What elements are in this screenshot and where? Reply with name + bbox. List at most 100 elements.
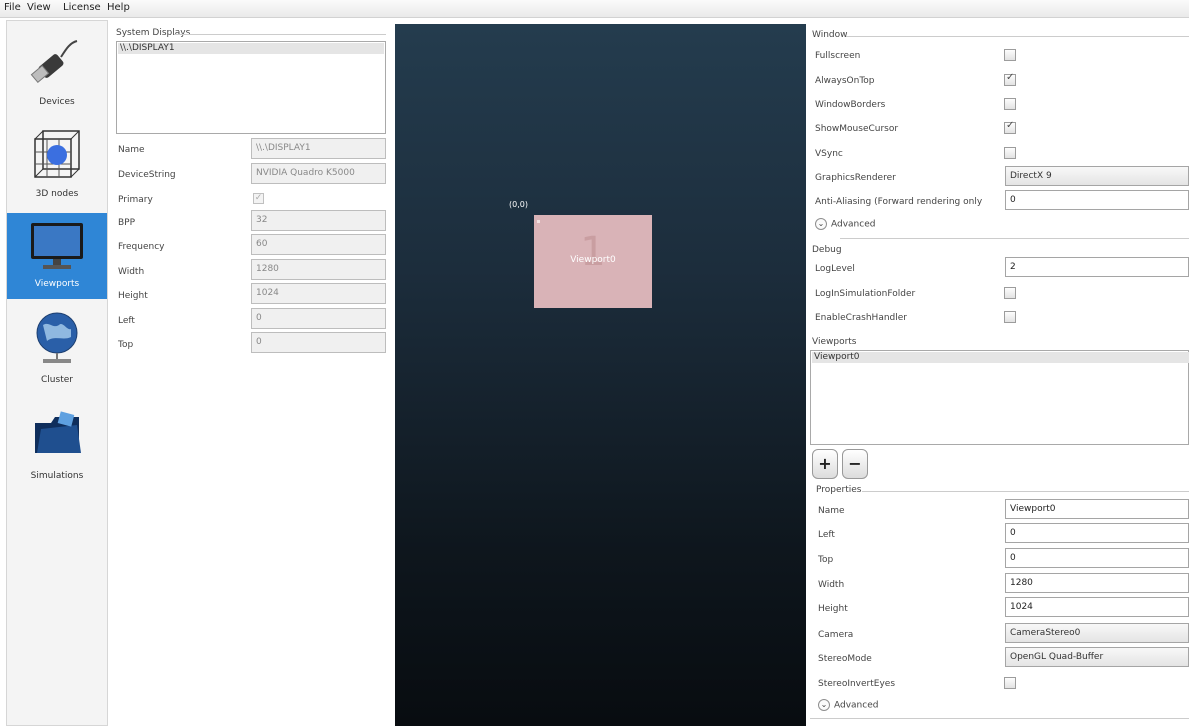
vp-height-label: Height <box>818 604 848 614</box>
menu-help[interactable]: Help <box>107 1 130 15</box>
sidebar-item-devices[interactable]: Devices <box>7 29 107 117</box>
vp-name-input[interactable]: Viewport0 <box>1005 499 1189 519</box>
graphicsrenderer-label: GraphicsRenderer <box>815 173 896 183</box>
prop-label-devicestring: DeviceString <box>118 170 176 180</box>
list-item[interactable]: \\.\DISPLAY1 <box>118 43 384 54</box>
list-item[interactable]: Viewport0 <box>812 352 1189 363</box>
properties-group-title: Properties <box>816 485 862 495</box>
prop-value-top: 0 <box>251 332 386 353</box>
sidebar-item-label: Viewports <box>34 279 80 289</box>
sidebar-item-cluster[interactable]: Cluster <box>7 305 107 393</box>
menu-file[interactable]: File <box>4 1 21 15</box>
resize-handle[interactable] <box>537 220 540 223</box>
showmousecursor-checkbox[interactable]: ✓ <box>1004 120 1016 134</box>
prop-value-name: \\.\DISPLAY1 <box>251 138 386 159</box>
prop-label-frequency: Frequency <box>118 242 165 252</box>
sidebar-item-3d-nodes[interactable]: 3D nodes <box>7 121 107 209</box>
graphicsrenderer-value: DirectX 9 <box>1010 171 1052 181</box>
advanced-label: Advanced <box>831 219 876 230</box>
enablecrashhandler-label: EnableCrashHandler <box>815 313 907 323</box>
folder-icon <box>35 411 81 453</box>
prop-value-devicestring: NVIDIA Quadro K5000 <box>251 163 386 184</box>
add-viewport-button[interactable]: + <box>812 449 838 479</box>
chevron-down-icon: ⌄ <box>818 699 830 711</box>
sidebar: Devices 3D nodes Viewports Cluster Simul… <box>6 20 108 726</box>
debug-group-title: Debug <box>812 245 842 255</box>
sidebar-item-viewports[interactable]: Viewports <box>7 213 107 299</box>
vp-camera-label: Camera <box>818 630 854 640</box>
sidebar-item-label: 3D nodes <box>35 189 79 199</box>
vp-camera-value: CameraStereo0 <box>1010 628 1081 638</box>
antialiasing-label: Anti-Aliasing (Forward rendering only <box>815 197 983 207</box>
vp-name-label: Name <box>818 506 845 516</box>
prop-label-top: Top <box>118 340 134 350</box>
prop-label-bpp: BPP <box>118 218 136 228</box>
loginsimfolder-checkbox[interactable] <box>1004 287 1016 299</box>
monitor-icon <box>31 223 83 269</box>
prop-value-width: 1280 <box>251 259 386 280</box>
vp-width-input[interactable]: 1280 <box>1005 573 1189 593</box>
viewport-layout-canvas[interactable]: (0,0) 1 Viewport0 <box>395 24 806 726</box>
vsync-checkbox[interactable] <box>1004 147 1016 159</box>
vp-left-label: Left <box>818 530 835 540</box>
menu-view[interactable]: View <box>27 1 51 15</box>
app-window: File View License Help Devices 3D nodes … <box>0 0 1189 726</box>
vp-top-input[interactable]: 0 <box>1005 548 1189 568</box>
vp-stereoinverteyes-checkbox[interactable] <box>1004 677 1016 689</box>
alwaysontop-label: AlwaysOnTop <box>815 76 875 86</box>
windowborders-label: WindowBorders <box>815 100 886 110</box>
vp-camera-select[interactable]: CameraStereo0 <box>1005 623 1189 643</box>
fullscreen-checkbox[interactable] <box>1004 49 1016 61</box>
divider <box>840 238 1189 239</box>
advanced-label: Advanced <box>834 700 879 711</box>
globe-network-icon <box>36 312 78 363</box>
divider <box>846 36 1189 37</box>
prop-label-height: Height <box>118 291 148 301</box>
properties-advanced-expander[interactable]: ⌄ Advanced <box>818 699 878 711</box>
check-icon: ✓ <box>1006 120 1015 131</box>
alwaysontop-checkbox[interactable]: ✓ <box>1004 72 1016 86</box>
menubar: File View License Help <box>0 0 1189 18</box>
vp-stereomode-value: OpenGL Quad-Buffer <box>1010 652 1104 662</box>
viewport-rect[interactable]: 1 Viewport0 <box>534 215 652 308</box>
prop-label-primary: Primary <box>118 195 153 205</box>
loglevel-label: LogLevel <box>815 264 855 274</box>
system-displays-list[interactable]: \\.\DISPLAY1 <box>116 41 386 134</box>
viewports-group-title: Viewports <box>812 337 857 347</box>
prop-label-left: Left <box>118 316 135 326</box>
vp-width-label: Width <box>818 580 845 590</box>
antialiasing-input[interactable]: 0 <box>1005 190 1189 210</box>
loginsimfolder-label: LogInSimulationFolder <box>815 289 916 299</box>
viewports-list[interactable]: Viewport0 <box>810 350 1189 445</box>
vp-top-label: Top <box>818 555 834 565</box>
viewport-name: Viewport0 <box>570 255 616 265</box>
system-displays-title: System Displays <box>116 28 191 38</box>
prop-value-bpp: 32 <box>251 210 386 231</box>
loglevel-input[interactable]: 2 <box>1005 257 1189 277</box>
sidebar-item-label: Simulations <box>30 471 84 481</box>
window-advanced-expander[interactable]: ⌄ Advanced <box>815 218 875 230</box>
origin-label: (0,0) <box>509 200 528 209</box>
fullscreen-label: Fullscreen <box>815 51 861 61</box>
vp-stereomode-select[interactable]: OpenGL Quad-Buffer <box>1005 647 1189 667</box>
prop-value-frequency: 60 <box>251 234 386 255</box>
divider <box>174 34 386 35</box>
remove-viewport-button[interactable]: − <box>842 449 868 479</box>
prop-value-height: 1024 <box>251 283 386 304</box>
windowborders-checkbox[interactable] <box>1004 98 1016 110</box>
graphicsrenderer-select[interactable]: DirectX 9 <box>1005 166 1189 186</box>
prop-label-name: Name <box>118 145 145 155</box>
menu-license[interactable]: License <box>63 1 101 15</box>
check-icon: ✓ <box>1006 72 1015 83</box>
divider <box>810 718 1189 719</box>
vsync-label: VSync <box>815 149 843 159</box>
sidebar-item-label: Cluster <box>41 375 73 385</box>
vp-stereoinverteyes-label: StereoInvertEyes <box>818 679 896 689</box>
prop-value-left: 0 <box>251 308 386 329</box>
enablecrashhandler-checkbox[interactable] <box>1004 311 1016 323</box>
sidebar-item-simulations[interactable]: Simulations <box>7 399 107 487</box>
window-group-title: Window <box>812 30 848 40</box>
vp-height-input[interactable]: 1024 <box>1005 597 1189 617</box>
vp-left-input[interactable]: 0 <box>1005 523 1189 543</box>
sidebar-item-label: Devices <box>39 97 75 107</box>
